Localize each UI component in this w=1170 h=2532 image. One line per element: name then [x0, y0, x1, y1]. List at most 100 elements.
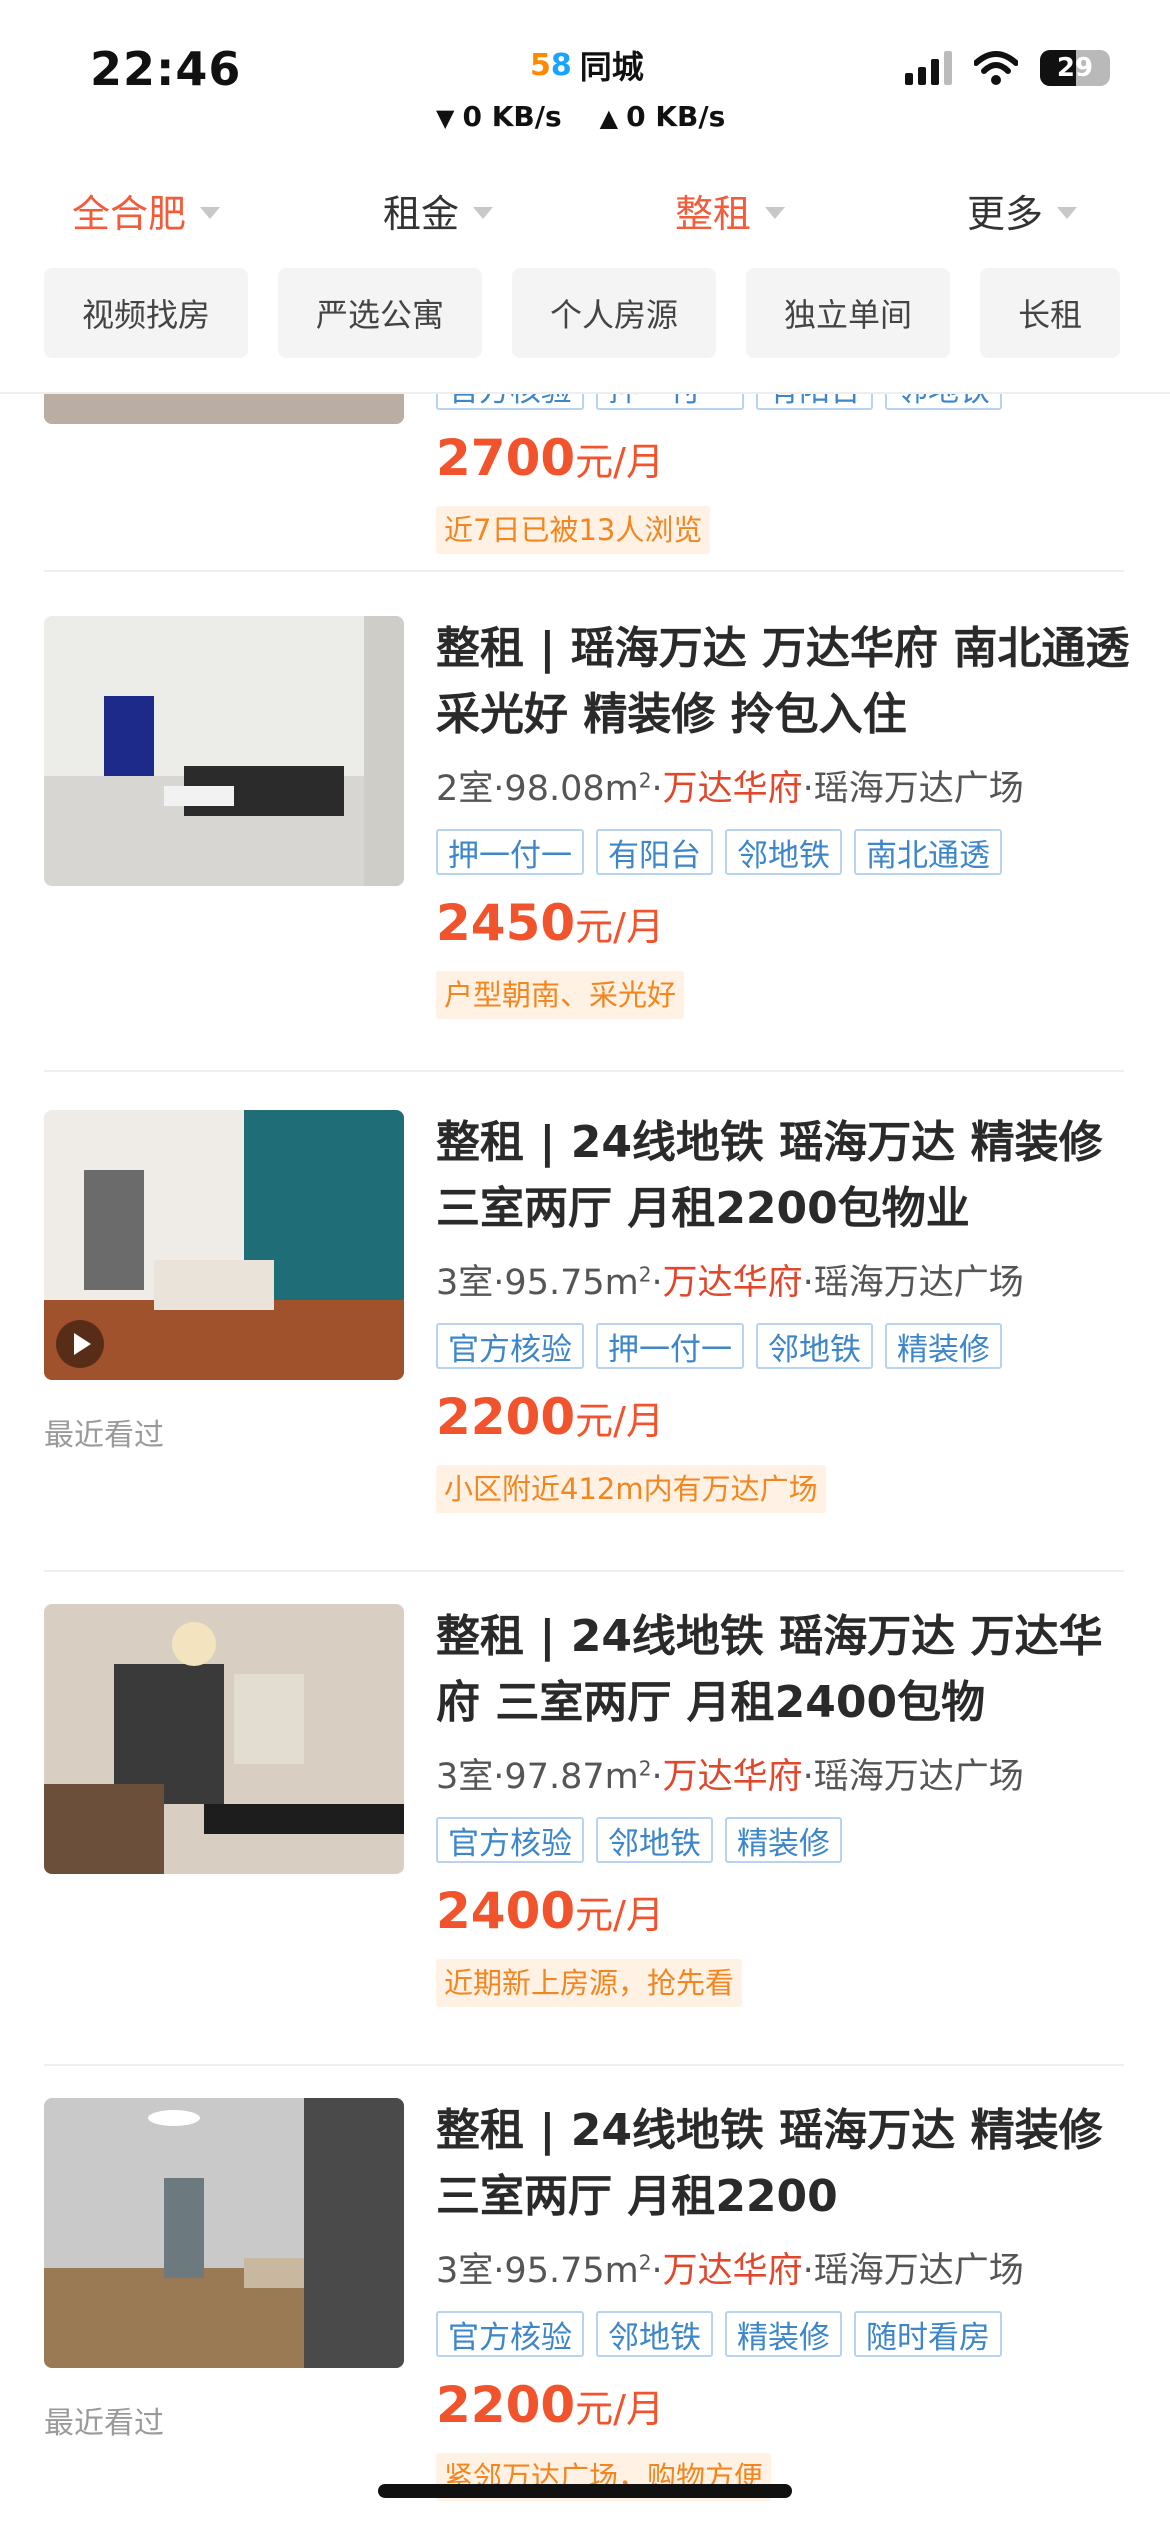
listing-tag: 邻地铁	[596, 1817, 713, 1863]
listing-hint: 小区附近412m内有万达广场	[436, 1465, 826, 1513]
listing-title[interactable]: 整租 | 24线地铁 瑶海万达 万达华府 三室两厅 月租2400包物	[436, 1604, 1136, 1736]
quick-filter-chips: 视频找房 严选公寓 个人房源 独立单间 长租	[44, 268, 1170, 358]
listing-photo[interactable]	[44, 1604, 404, 1874]
listing-community[interactable]: 万达华府	[663, 769, 803, 809]
signal-icon	[905, 51, 952, 85]
upload-speed: 0 KB/s	[626, 100, 726, 133]
listing-price: 2700元/月	[436, 426, 1136, 494]
listing-meta: 3室·95.75m2·万达华府·瑶海万达广场	[436, 2250, 1024, 2291]
wifi-icon	[974, 51, 1018, 85]
listing-price: 2200元/月	[436, 2373, 1136, 2441]
chip-selected-apartment[interactable]: 严选公寓	[278, 268, 483, 358]
listing-title[interactable]: 整租 | 24线地铁 瑶海万达 精装修 三室两厅 月租2200	[436, 2098, 1136, 2230]
status-bar: 22:46 58 同城 ▼ 0 KB/s ▲ 0 KB/s 29	[0, 0, 1170, 150]
chevron-down-icon	[765, 207, 785, 219]
price-value: 2700	[436, 429, 576, 487]
listing-community[interactable]: 万达华府	[663, 2251, 803, 2291]
listing-tag: 官方核验	[436, 2311, 584, 2357]
upload-arrow-icon: ▲	[599, 104, 619, 132]
listing-list[interactable]: 官方核验 押一付一 有阳台 邻地铁 2700元/月 近7日已被13人浏览 整租 …	[0, 394, 1170, 2532]
listing-meta: 3室·97.87m2·万达华府·瑶海万达广场	[436, 1756, 1024, 1797]
chip-single-room[interactable]: 独立单间	[746, 268, 951, 358]
listing-meta: 3室·95.75m2·万达华府·瑶海万达广场	[436, 1262, 1024, 1303]
chevron-down-icon	[1057, 207, 1077, 219]
listing-tag: 押一付一	[596, 1323, 744, 1369]
listing-title[interactable]: 整租 | 24线地铁 瑶海万达 精装修 三室两厅 月租2200包物业	[436, 1110, 1136, 1242]
listing-hint: 近期新上房源，抢先看	[436, 1959, 743, 2007]
price-value: 2400	[436, 1882, 576, 1940]
listing-tag: 官方核验	[436, 394, 584, 410]
app-name: 同城	[579, 48, 644, 86]
listing-info: 官方核验 押一付一 有阳台 邻地铁 2700元/月 近7日已被13人浏览	[436, 394, 1136, 554]
listing-tags: 官方核验 押一付一 邻地铁 精装修	[436, 1323, 1136, 1369]
filter-more[interactable]: 更多	[876, 160, 1168, 260]
listing-info: 整租 | 24线地铁 瑶海万达 万达华府 三室两厅 月租2400包物 3室·97…	[436, 1604, 1136, 2007]
listing-price: 2200元/月	[436, 1385, 1136, 1453]
listing-community[interactable]: 万达华府	[663, 1757, 803, 1797]
home-indicator[interactable]	[378, 2484, 792, 2498]
listing-tag: 邻地铁	[885, 394, 1002, 410]
listing-photo[interactable]	[44, 1110, 404, 1380]
filter-area[interactable]: 全合肥	[0, 160, 292, 260]
listing-tag: 官方核验	[436, 1323, 584, 1369]
listing-divider	[44, 1070, 1124, 1072]
chevron-down-icon	[473, 207, 493, 219]
listing-tag: 邻地铁	[756, 1323, 873, 1369]
listing-tags: 押一付一 有阳台 邻地铁 南北通透	[436, 829, 1136, 875]
listing-tag: 押一付一	[596, 394, 744, 410]
price-unit: 元/月	[575, 905, 664, 949]
play-video-icon[interactable]	[56, 1320, 104, 1368]
listing-price: 2450元/月	[436, 891, 1136, 959]
listing-tag: 精装修	[725, 2311, 842, 2357]
listing-tag: 有阳台	[596, 829, 713, 875]
listing-tag: 邻地铁	[725, 829, 842, 875]
price-value: 2200	[436, 1388, 576, 1446]
price-unit: 元/月	[575, 2387, 664, 2431]
listing-info: 整租 | 24线地铁 瑶海万达 精装修 三室两厅 月租2200 3室·95.75…	[436, 2098, 1136, 2501]
recently-viewed-label: 最近看过	[44, 1418, 164, 1453]
recently-viewed-label: 最近看过	[44, 2406, 164, 2441]
listing-hint: 近7日已被13人浏览	[436, 506, 711, 554]
download-arrow-icon: ▼	[436, 104, 455, 132]
filter-type[interactable]: 整租	[584, 160, 876, 260]
listing-photo[interactable]	[44, 394, 404, 424]
filter-bar: 全合肥 租金 整租 更多	[0, 160, 1170, 260]
filter-area-label: 全合肥	[71, 191, 186, 236]
app-logo-icon: 58	[530, 47, 572, 83]
listing-hint: 户型朝南、采光好	[436, 971, 685, 1019]
listing-community[interactable]: 万达华府	[663, 1263, 803, 1303]
chip-personal-listing[interactable]: 个人房源	[512, 268, 717, 358]
price-unit: 元/月	[575, 1399, 664, 1443]
chevron-down-icon	[200, 207, 220, 219]
filter-type-label: 整租	[674, 191, 751, 236]
listing-divider	[44, 570, 1124, 572]
listing-tag: 邻地铁	[596, 2311, 713, 2357]
listing-photo[interactable]	[44, 2098, 404, 2368]
battery-level: 29	[1056, 53, 1094, 83]
listing-tags: 官方核验 邻地铁 精装修	[436, 1817, 1136, 1863]
download-speed: 0 KB/s	[462, 100, 562, 133]
price-value: 2450	[436, 894, 576, 952]
listing-tag: 南北通透	[854, 829, 1002, 875]
network-speed: ▼ 0 KB/s ▲ 0 KB/s	[436, 100, 725, 133]
listing-divider	[44, 2064, 1124, 2066]
listing-info: 整租 | 24线地铁 瑶海万达 精装修 三室两厅 月租2200包物业 3室·95…	[436, 1110, 1136, 1513]
filter-rent-label: 租金	[382, 191, 459, 236]
listing-tag: 精装修	[725, 1817, 842, 1863]
listing-tags: 官方核验 押一付一 有阳台 邻地铁	[436, 394, 1136, 410]
battery-icon: 29	[1040, 50, 1110, 86]
listing-title[interactable]: 整租 | 瑶海万达 万达华府 南北通透 采光好 精装修 拎包入住	[436, 616, 1136, 748]
listing-divider	[44, 1570, 1124, 1572]
clock: 22:46	[90, 42, 242, 96]
chip-video-search[interactable]: 视频找房	[44, 268, 249, 358]
listing-tag: 押一付一	[436, 829, 584, 875]
app-brand: 58 同城	[530, 42, 644, 88]
listing-price: 2400元/月	[436, 1879, 1136, 1947]
chip-long-term[interactable]: 长租	[980, 268, 1121, 358]
price-unit: 元/月	[575, 440, 664, 484]
listing-tags: 官方核验 邻地铁 精装修 随时看房	[436, 2311, 1136, 2357]
listing-photo[interactable]	[44, 616, 404, 886]
filter-rent[interactable]: 租金	[292, 160, 584, 260]
price-value: 2200	[436, 2376, 576, 2434]
filter-more-label: 更多	[966, 191, 1043, 236]
